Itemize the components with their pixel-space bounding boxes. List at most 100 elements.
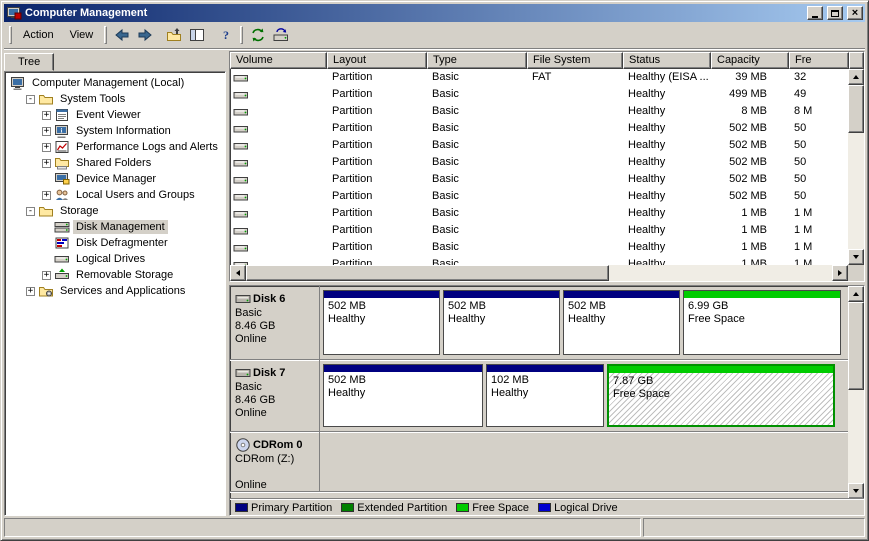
- tab-tree[interactable]: Tree: [4, 53, 54, 71]
- volume-row[interactable]: PartitionBasicHealthy499 MB49: [230, 86, 848, 103]
- back-button[interactable]: [110, 24, 133, 46]
- partition-block[interactable]: 102 MBHealthy: [486, 364, 604, 427]
- plus-expand-box[interactable]: +: [42, 143, 51, 152]
- tree-item-removable-storage[interactable]: + Removable Storage: [7, 267, 225, 283]
- plus-expand-box[interactable]: +: [42, 159, 51, 168]
- horizontal-scrollbar-thumb[interactable]: [246, 265, 609, 281]
- column-header-capacity[interactable]: Capacity: [711, 52, 789, 69]
- volume-row[interactable]: PartitionBasicHealthy502 MB50: [230, 171, 848, 188]
- vertical-scrollbar[interactable]: [848, 69, 864, 265]
- plus-expand-box[interactable]: +: [42, 191, 51, 200]
- vertical-scrollbar-thumb[interactable]: [848, 85, 864, 133]
- volume-row[interactable]: PartitionBasicHealthy1 MB1 M: [230, 239, 848, 256]
- tree-item-label[interactable]: Services and Applications: [57, 284, 188, 298]
- disk-info-disk-6[interactable]: Disk 6Basic8.46 GBOnline: [230, 286, 320, 359]
- titlebar[interactable]: Computer Management ×: [4, 4, 865, 22]
- scrollbar-track[interactable]: [848, 85, 864, 249]
- partition-block[interactable]: 502 MBHealthy: [563, 290, 680, 355]
- minus-expand-box[interactable]: -: [26, 95, 35, 104]
- scrollbar-track[interactable]: [246, 265, 832, 281]
- scroll-down-button[interactable]: [848, 249, 864, 265]
- tree-item-label[interactable]: System Information: [73, 124, 174, 138]
- tree-item-performance-logs-and-alerts[interactable]: + Performance Logs and Alerts: [7, 139, 225, 155]
- toolbar-grip[interactable]: [240, 26, 243, 44]
- menu-item-action[interactable]: Action: [15, 26, 62, 44]
- column-header-fre[interactable]: Fre: [789, 52, 849, 69]
- tree-item-label[interactable]: Computer Management (Local): [29, 76, 187, 90]
- volume-row[interactable]: PartitionBasicHealthy1 MB1 M: [230, 222, 848, 239]
- tree-item-label[interactable]: Local Users and Groups: [73, 188, 198, 202]
- tree-item-disk-management[interactable]: Disk Management: [7, 219, 225, 235]
- column-header-layout[interactable]: Layout: [327, 52, 427, 69]
- menu-item-view[interactable]: View: [62, 26, 102, 44]
- plus-expand-box[interactable]: +: [42, 127, 51, 136]
- column-header-status[interactable]: Status: [623, 52, 711, 69]
- toolbar-grip[interactable]: [9, 26, 12, 44]
- volume-row[interactable]: PartitionBasicHealthy8 MB8 M: [230, 103, 848, 120]
- partition-block[interactable]: 502 MBHealthy: [323, 364, 483, 427]
- tree-item-label[interactable]: Disk Management: [73, 220, 168, 234]
- tree-item-services-and-applications[interactable]: + Services and Applications: [7, 283, 225, 299]
- vertical-scrollbar[interactable]: [848, 286, 864, 499]
- tree-item-label[interactable]: Device Manager: [73, 172, 159, 186]
- scroll-up-button[interactable]: [848, 69, 864, 85]
- tree-item-label[interactable]: System Tools: [57, 92, 128, 106]
- tree-item-system-information[interactable]: +iSystem Information: [7, 123, 225, 139]
- forward-button[interactable]: [133, 24, 156, 46]
- tree-item-local-users-and-groups[interactable]: + Local Users and Groups: [7, 187, 225, 203]
- help-button[interactable]: ?: [214, 24, 237, 46]
- refresh-button[interactable]: [246, 24, 269, 46]
- column-header-file-system[interactable]: File System: [527, 52, 623, 69]
- tree-item-event-viewer[interactable]: + Event Viewer: [7, 107, 225, 123]
- vertical-scrollbar-thumb[interactable]: [848, 302, 864, 390]
- volume-row[interactable]: PartitionBasicHealthy1 MB1 M: [230, 256, 848, 265]
- horizontal-scrollbar[interactable]: [230, 265, 864, 281]
- scroll-up-button[interactable]: [848, 286, 864, 302]
- volume-row[interactable]: PartitionBasicHealthy1 MB1 M: [230, 205, 848, 222]
- tree-item-label[interactable]: Storage: [57, 204, 102, 218]
- tree-item-label[interactable]: Removable Storage: [73, 268, 176, 282]
- column-header-type[interactable]: Type: [427, 52, 527, 69]
- scrollbar-track[interactable]: [848, 302, 864, 483]
- tree-item-storage[interactable]: - Storage: [7, 203, 225, 219]
- tree-item-disk-defragmenter[interactable]: Disk Defragmenter: [7, 235, 225, 251]
- cell-type: Basic: [427, 69, 527, 86]
- minus-expand-box[interactable]: -: [26, 207, 35, 216]
- scroll-right-button[interactable]: [832, 265, 848, 281]
- disk-info-disk-7[interactable]: Disk 7Basic8.46 GBOnline: [230, 360, 320, 431]
- volume-row[interactable]: PartitionBasicHealthy502 MB50: [230, 120, 848, 137]
- toolbar-grip[interactable]: [104, 26, 107, 44]
- close-button[interactable]: ×: [847, 6, 863, 20]
- rescan-disks-button[interactable]: [269, 24, 292, 46]
- tree-item-shared-folders[interactable]: + Shared Folders: [7, 155, 225, 171]
- tree-item-label[interactable]: Event Viewer: [73, 108, 144, 122]
- volume-row[interactable]: PartitionBasicHealthy502 MB50: [230, 137, 848, 154]
- volume-row[interactable]: PartitionBasicFATHealthy (EISA ...39 MB3…: [230, 69, 848, 86]
- tree-item-label[interactable]: Performance Logs and Alerts: [73, 140, 221, 154]
- free-space-block[interactable]: 7.87 GBFree Space: [607, 364, 835, 427]
- disk-info-cdrom-0[interactable]: CDRom 0CDRom (Z:)Online: [230, 432, 320, 491]
- tree-item-label[interactable]: Logical Drives: [73, 252, 148, 266]
- plus-expand-box[interactable]: +: [26, 287, 35, 296]
- show-hide-tree-button[interactable]: [185, 24, 208, 46]
- column-header-volume[interactable]: Volume: [230, 52, 327, 69]
- tree-item-logical-drives[interactable]: Logical Drives: [7, 251, 225, 267]
- tree-item-system-tools[interactable]: - System Tools: [7, 91, 225, 107]
- tree-item-computer-management-local[interactable]: Computer Management (Local): [7, 75, 225, 91]
- up-one-level-button[interactable]: [162, 24, 185, 46]
- tree-item-label[interactable]: Shared Folders: [73, 156, 154, 170]
- plus-expand-box[interactable]: +: [42, 111, 51, 120]
- free-space-block[interactable]: 6.99 GBFree Space: [683, 290, 841, 355]
- scroll-down-button[interactable]: [848, 483, 864, 499]
- tree-item-device-manager[interactable]: Device Manager: [7, 171, 225, 187]
- volume-row[interactable]: PartitionBasicHealthy502 MB50: [230, 154, 848, 171]
- partition-block[interactable]: 502 MBHealthy: [323, 290, 440, 355]
- minimize-button[interactable]: [807, 6, 823, 20]
- maximize-button[interactable]: [827, 6, 843, 20]
- cell-status: Healthy: [623, 154, 711, 171]
- plus-expand-box[interactable]: +: [42, 271, 51, 280]
- partition-block[interactable]: 502 MBHealthy: [443, 290, 560, 355]
- tree-item-label[interactable]: Disk Defragmenter: [73, 236, 171, 250]
- volume-row[interactable]: PartitionBasicHealthy502 MB50: [230, 188, 848, 205]
- scroll-left-button[interactable]: [230, 265, 246, 281]
